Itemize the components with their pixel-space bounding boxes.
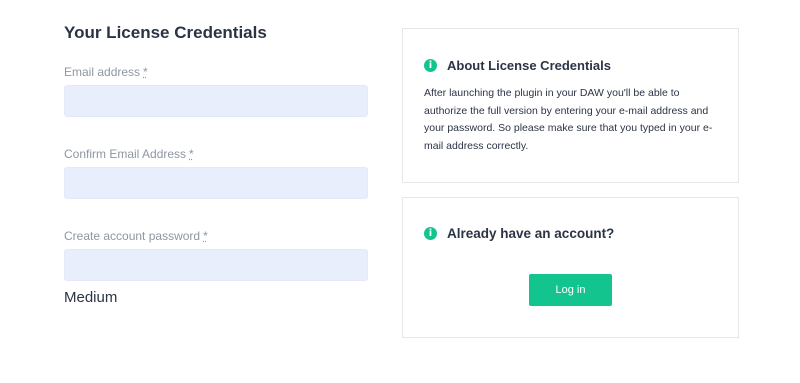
- about-card-title: About License Credentials: [447, 58, 611, 73]
- confirm-email-field[interactable]: [64, 167, 368, 199]
- info-icon: i: [424, 59, 437, 72]
- about-credentials-card: i About License Credentials After launch…: [402, 28, 739, 183]
- required-marker: *: [189, 147, 194, 161]
- about-card-header: i About License Credentials: [424, 58, 611, 73]
- login-card: i Already have an account? Log in: [402, 197, 739, 338]
- password-strength-label: Medium: [64, 289, 118, 306]
- confirm-email-label: Confirm Email Address *: [64, 147, 194, 161]
- required-marker: *: [143, 65, 148, 79]
- password-label: Create account password *: [64, 229, 208, 243]
- license-credentials-page: Your License Credentials Email address * …: [0, 0, 800, 383]
- login-card-title: Already have an account?: [447, 226, 615, 241]
- email-label-text: Email address: [64, 65, 141, 79]
- email-field[interactable]: [64, 85, 368, 117]
- password-label-text: Create account password: [64, 229, 201, 243]
- info-icon: i: [424, 227, 437, 240]
- confirm-email-label-text: Confirm Email Address: [64, 147, 187, 161]
- form-title: Your License Credentials: [64, 23, 267, 42]
- about-card-body: After launching the plugin in your DAW y…: [424, 87, 713, 152]
- login-button[interactable]: Log in: [529, 274, 612, 306]
- required-marker: *: [203, 229, 208, 243]
- login-card-header: i Already have an account?: [424, 226, 614, 241]
- email-label: Email address *: [64, 65, 148, 79]
- password-field[interactable]: [64, 249, 368, 281]
